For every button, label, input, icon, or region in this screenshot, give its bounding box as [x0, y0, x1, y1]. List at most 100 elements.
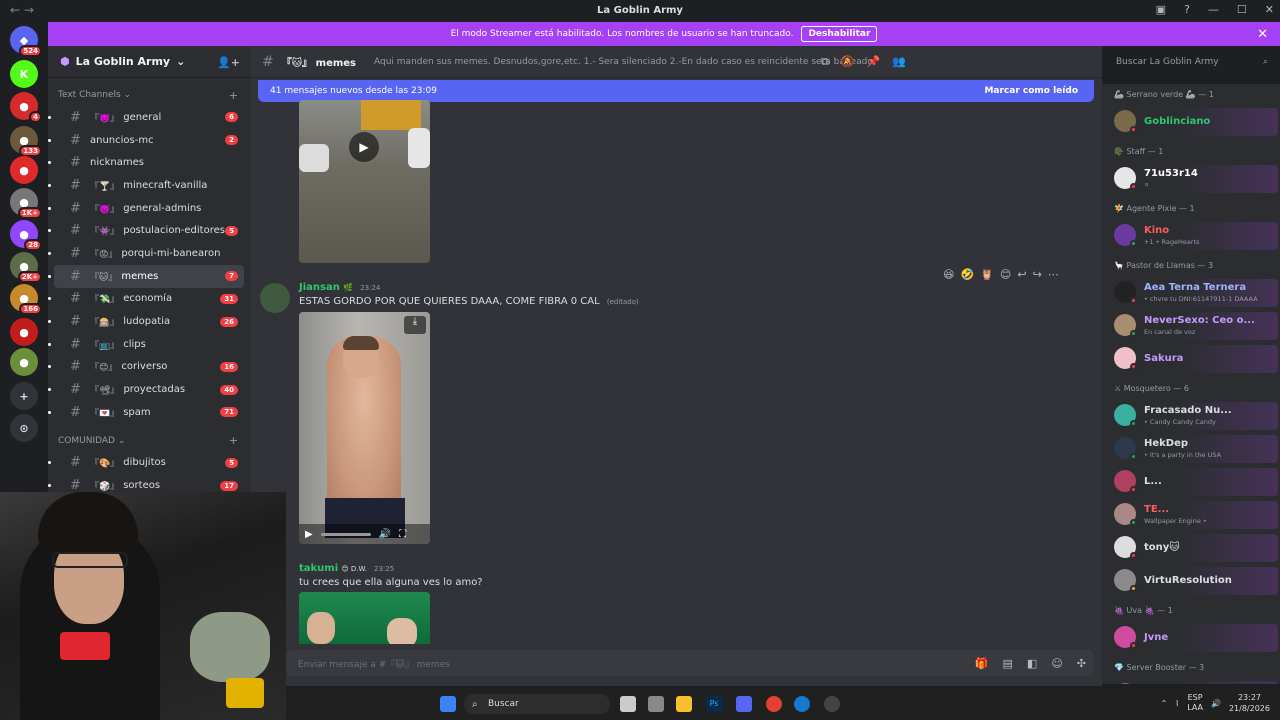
message-action-icon[interactable]: 😊	[1000, 268, 1011, 281]
windows-start-icon[interactable]	[440, 696, 456, 712]
download-icon[interactable]: ⤓	[404, 316, 426, 334]
add-channel-icon[interactable]: +	[229, 434, 238, 447]
channel-spam[interactable]: # 『💌』 spam 71	[48, 401, 244, 424]
image-attachment[interactable]	[299, 592, 430, 644]
add-channel-icon[interactable]: +	[229, 89, 238, 102]
message-author[interactable]: Jiansan	[299, 282, 340, 293]
member-item[interactable]: Goblinciano	[1112, 108, 1278, 136]
member-item[interactable]: Fracasado Nu... • Candy Candy Candy	[1112, 402, 1278, 430]
channel-memes[interactable]: # 『🐱』 memes 7	[48, 264, 244, 288]
message-input[interactable]: Enviar mensaje a #『🐱』 memes 🎁 ▤ ◧ ☺ ✣	[286, 650, 1094, 676]
server-icon-server-133[interactable]: ● 133	[10, 126, 42, 157]
channel-economía[interactable]: # 『💸』 economía 31	[48, 288, 244, 311]
channel-topic[interactable]: Aqui manden sus memes. Desnudos,gore,etc…	[374, 57, 873, 67]
server-icon-discord-home[interactable]: ◆ 524	[10, 26, 42, 57]
channel-proyectadas[interactable]: # 『📽』 proyectadas 40	[48, 378, 244, 401]
sticker-icon[interactable]: ◧	[1027, 657, 1037, 670]
video-attachment[interactable]: ▶	[299, 100, 430, 263]
channel-coriverso[interactable]: # 『😊』 coriverso 16	[48, 356, 244, 379]
channel-nicknames[interactable]: # nicknames	[48, 151, 244, 174]
server-icon-server-1k[interactable]: ● 1K+	[10, 188, 42, 219]
channel-minecraft-vanilla[interactable]: # 『🍸』 minecraft-vanilla	[48, 174, 244, 197]
message-action-icon[interactable]: ↩	[1017, 268, 1026, 281]
search-input[interactable]: Buscar La Goblin Army ⌕	[1110, 51, 1274, 73]
channel-porqui-mi-banearon[interactable]: # 『😡』 porqui-mi-banearon	[48, 242, 244, 265]
message-author[interactable]: takumi	[299, 563, 338, 574]
chrome-icon[interactable]	[766, 696, 782, 712]
message-action-icon[interactable]: ↪	[1033, 268, 1042, 281]
inbox-icon[interactable]: ▣	[1156, 3, 1166, 16]
new-messages-bar[interactable]: 41 mensajes nuevos desde las 23:09 Marca…	[258, 80, 1094, 102]
language-indicator[interactable]: ESP	[1188, 693, 1203, 702]
chevron-up-icon[interactable]: ⌃	[1161, 699, 1168, 708]
channel-general[interactable]: # 『👿』 general 6	[48, 106, 244, 129]
apps-icon[interactable]: ✣	[1077, 657, 1086, 670]
close-window-icon[interactable]: ✕	[1265, 3, 1274, 16]
taskbar-search[interactable]: ⌕ Buscar	[464, 694, 610, 714]
mark-read-button[interactable]: Marcar como leído	[984, 86, 1078, 96]
channel-ludopatia[interactable]: # 『🎰』 ludopatia 26	[48, 310, 244, 333]
add-server-icon[interactable]: +	[10, 382, 38, 410]
volume-icon[interactable]: 🔊	[379, 529, 391, 540]
photoshop-icon[interactable]: Ps	[706, 696, 722, 712]
reaction-emoji[interactable]: 😆	[943, 268, 954, 281]
gif-icon[interactable]: ▤	[1003, 657, 1013, 670]
pin-icon[interactable]: 📌	[867, 55, 881, 69]
task-view-icon[interactable]	[620, 696, 636, 712]
close-banner-icon[interactable]: ✕	[1257, 27, 1268, 42]
category-comunidad[interactable]: COMUNIDAD ⌄ +	[48, 430, 250, 452]
emoji-icon[interactable]: ☺	[1051, 657, 1062, 670]
channel-anuncios-mc[interactable]: # anuncios-mc 2	[48, 129, 244, 152]
clock[interactable]: 23:27 21/8/2026	[1229, 692, 1270, 714]
member-item[interactable]: 71u53r14 ⚪	[1112, 165, 1278, 193]
channel-postulacion-editores[interactable]: # 『👾』 postulacion-editores 5	[48, 219, 244, 242]
server-icon-kick[interactable]: K	[10, 60, 38, 88]
app-icon[interactable]	[648, 696, 664, 712]
member-item[interactable]: Kino +1 • RageHearts	[1112, 222, 1278, 250]
category-text-channels[interactable]: Text Channels ⌄ +	[48, 84, 250, 106]
member-item[interactable]: NeverSexo: Ceo o... En canal de voz	[1112, 312, 1278, 340]
play-icon[interactable]: ▶	[305, 529, 313, 540]
server-icon-server-flag[interactable]: ●	[10, 318, 38, 346]
channel-dibujitos[interactable]: # 『🎨』 dibujitos 5	[48, 452, 244, 475]
maximize-icon[interactable]: ☐	[1237, 3, 1247, 16]
member-item[interactable]: Jvne	[1112, 624, 1278, 652]
reaction-emoji[interactable]: 🦉	[980, 268, 994, 281]
app-icon[interactable]	[794, 696, 810, 712]
mute-icon[interactable]: 🔕	[841, 55, 855, 69]
server-icon-server-166[interactable]: ● 166	[10, 284, 42, 315]
member-item[interactable]: VirtuResolution	[1112, 567, 1278, 595]
wifi-icon[interactable]: ⌇	[1175, 699, 1179, 708]
discover-icon[interactable]: ⊙	[10, 414, 38, 442]
server-icon-server-red-white[interactable]: ●	[10, 156, 38, 184]
server-icon-server-dino[interactable]: ●	[10, 348, 38, 376]
disable-streamer-button[interactable]: Deshabilitar	[801, 26, 878, 42]
member-item[interactable]: Sakura	[1112, 345, 1278, 373]
fullscreen-icon[interactable]: ⛶	[399, 529, 406, 540]
avatar[interactable]	[260, 283, 290, 313]
members-icon[interactable]: 👥	[892, 55, 906, 69]
server-icon-red-server[interactable]: ● 4	[10, 92, 42, 123]
reaction-emoji[interactable]: 🤣	[960, 268, 974, 281]
discord-taskbar-icon[interactable]	[736, 696, 752, 712]
server-icon-goblin[interactable]: ● 2K+	[10, 252, 42, 283]
gift-icon[interactable]: 🎁	[975, 657, 989, 670]
volume-icon[interactable]: 🔊	[1211, 699, 1221, 708]
channel-clips[interactable]: # 『📺』 clips	[48, 333, 244, 356]
member-item[interactable]: TE... Wallpaper Engine •	[1112, 501, 1278, 529]
member-item[interactable]: L...	[1112, 468, 1278, 496]
member-item[interactable]: Bellaco de Pipi...	[1112, 681, 1278, 684]
invite-icon[interactable]: 👤+	[217, 56, 240, 69]
member-item[interactable]: Aea Terna Ternera • chvre tu DNI:61147911…	[1112, 279, 1278, 307]
server-icon-twitch[interactable]: ● 28	[10, 220, 42, 251]
progress-bar[interactable]	[320, 532, 371, 536]
member-item[interactable]: tony🐱	[1112, 534, 1278, 562]
member-item[interactable]: HekDep • It's a party in the USA	[1112, 435, 1278, 463]
message-action-icon[interactable]: ⋯	[1048, 268, 1059, 281]
file-explorer-icon[interactable]	[676, 696, 692, 712]
play-icon[interactable]: ▶	[349, 132, 379, 162]
video-attachment[interactable]: ⤓ ▶ 🔊 ⛶	[299, 312, 430, 544]
minimize-icon[interactable]: —	[1208, 3, 1219, 16]
help-icon[interactable]: ?	[1184, 3, 1190, 16]
guild-header[interactable]: ⬢ La Goblin Army ⌄ 👤+	[48, 46, 250, 78]
